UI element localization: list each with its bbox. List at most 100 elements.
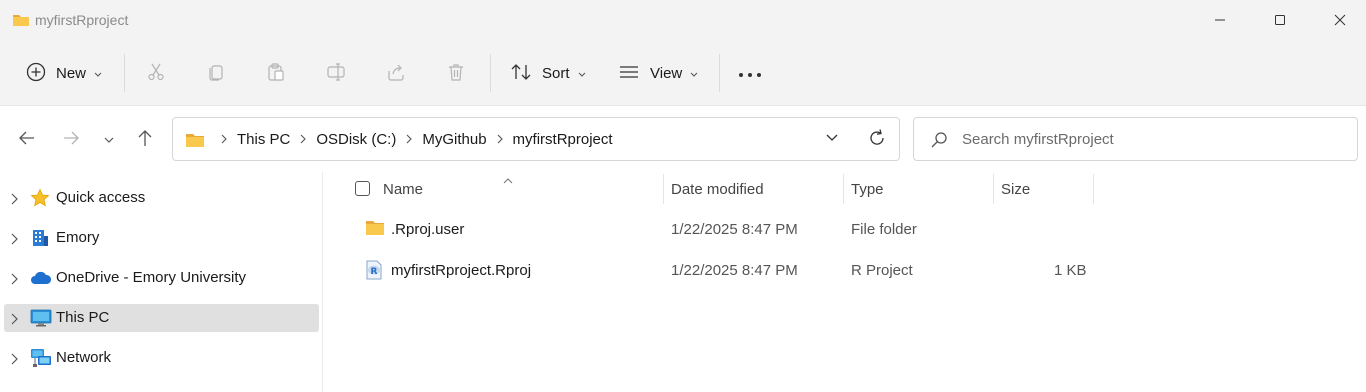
share-icon: [386, 62, 406, 85]
breadcrumb-myfirstrproject[interactable]: myfirstRproject: [513, 131, 613, 148]
chevron-right-icon[interactable]: [10, 272, 18, 288]
sidebar-item-network[interactable]: Network: [4, 344, 319, 372]
share-button[interactable]: [382, 59, 410, 87]
breadcrumb: This PC OSDisk (C:) MyGithub myfirstRpro…: [211, 118, 613, 160]
sidebar-item-label: Emory: [56, 229, 100, 246]
file-date: 1/22/2025 8:47 PM: [671, 221, 798, 238]
chevron-right-icon[interactable]: [10, 352, 18, 368]
svg-text:R: R: [371, 267, 378, 277]
network-icon: [30, 348, 51, 368]
search-icon: [930, 131, 948, 152]
toolbar-divider: [719, 54, 720, 92]
monitor-icon: [30, 308, 52, 328]
folder-icon: [365, 219, 385, 240]
sidebar-item-this-pc[interactable]: This PC: [4, 304, 319, 332]
minimize-button[interactable]: [1190, 0, 1250, 40]
copy-button[interactable]: [202, 59, 230, 87]
chevron-up-icon: [503, 172, 513, 188]
new-button[interactable]: New: [26, 54, 102, 92]
maximize-button[interactable]: [1250, 0, 1310, 40]
file-name: .Rproj.user: [391, 221, 465, 238]
sidebar-item-emory[interactable]: Emory: [4, 224, 319, 252]
column-resize-handle[interactable]: [1093, 174, 1094, 204]
column-resize-handle[interactable]: [843, 174, 844, 204]
more-icon: [738, 65, 762, 81]
chevron-right-icon: [497, 134, 503, 144]
select-all-checkbox[interactable]: [355, 181, 370, 196]
plus-circle-icon: [26, 62, 46, 85]
more-button[interactable]: [736, 59, 764, 87]
address-bar[interactable]: This PC OSDisk (C:) MyGithub myfirstRpro…: [172, 117, 900, 161]
sort-label: Sort: [542, 64, 570, 82]
toolbar-divider: [124, 54, 125, 92]
new-label: New: [56, 64, 87, 82]
chevron-down-icon: [94, 65, 102, 81]
chevron-down-icon: [578, 65, 586, 81]
column-header-label: Date modified: [671, 180, 764, 198]
chevron-right-icon[interactable]: [10, 192, 18, 208]
sort-button[interactable]: Sort: [510, 54, 586, 92]
sidebar-item-label: Network: [56, 349, 112, 366]
refresh-icon[interactable]: [867, 128, 887, 151]
delete-button[interactable]: [442, 59, 470, 87]
star-icon: [30, 188, 50, 208]
cloud-icon: [30, 268, 52, 288]
folder-icon: [185, 131, 205, 152]
close-button[interactable]: [1310, 0, 1366, 40]
column-header-date[interactable]: Date modified: [671, 172, 764, 206]
search-input[interactable]: [962, 128, 1342, 150]
navigation-pane: Quick access Emory OneDrive - Emory Univ…: [0, 172, 322, 392]
chevron-right-icon: [406, 134, 413, 144]
column-header-label: Type: [851, 180, 884, 198]
column-header-size[interactable]: Size: [1001, 172, 1030, 206]
column-resize-handle[interactable]: [663, 174, 664, 204]
sort-icon: [510, 62, 532, 85]
paste-button[interactable]: [262, 59, 290, 87]
column-resize-handle[interactable]: [993, 174, 994, 204]
column-header-label: Name: [383, 180, 424, 198]
column-header-label: Size: [1001, 180, 1031, 198]
sidebar-item-label: Quick access: [56, 189, 146, 206]
rename-button[interactable]: [322, 59, 350, 87]
arrow-left-icon: [18, 130, 36, 149]
address-dropdown-icon[interactable]: [825, 130, 839, 147]
sidebar-item-label: OneDrive - Emory University: [56, 269, 247, 286]
command-bar: New Sort View: [0, 40, 1366, 106]
sidebar-item-quick-access[interactable]: Quick access: [4, 184, 319, 212]
folder-icon: [12, 12, 30, 31]
chevron-down-icon: [690, 65, 698, 81]
chevron-right-icon[interactable]: [10, 232, 18, 248]
table-row[interactable]: R myfirstRproject.Rproj 1/22/2025 8:47 P…: [323, 253, 1366, 289]
file-list: Name Date modified Type Size .Rproj.user…: [323, 172, 1366, 392]
building-icon: [30, 228, 50, 248]
file-date: 1/22/2025 8:47 PM: [671, 262, 798, 279]
arrow-right-icon: [62, 130, 80, 149]
view-lines-icon: [618, 62, 640, 85]
window-title: myfirstRproject: [35, 12, 129, 28]
search-box[interactable]: [913, 117, 1358, 161]
view-label: View: [650, 64, 683, 82]
title-bar: myfirstRproject: [0, 0, 1366, 40]
trash-icon: [446, 62, 466, 85]
up-button[interactable]: [130, 124, 160, 154]
forward-button[interactable]: [56, 124, 86, 154]
chevron-right-icon[interactable]: [10, 312, 18, 328]
copy-icon: [206, 62, 226, 85]
chevron-down-icon: [104, 131, 114, 147]
breadcrumb-this-pc[interactable]: This PC: [237, 131, 290, 148]
scissors-icon: [146, 62, 166, 85]
column-header-name[interactable]: Name: [383, 172, 423, 206]
rename-icon: [326, 62, 346, 85]
sidebar-item-onedrive[interactable]: OneDrive - Emory University: [4, 264, 319, 292]
column-header-type[interactable]: Type: [851, 172, 884, 206]
cut-button[interactable]: [142, 59, 170, 87]
recent-locations-button[interactable]: [94, 124, 124, 154]
back-button[interactable]: [12, 124, 42, 154]
file-name: myfirstRproject.Rproj: [391, 262, 532, 279]
breadcrumb-mygithub[interactable]: MyGithub: [422, 131, 486, 148]
sidebar-item-label: This PC: [56, 309, 110, 326]
breadcrumb-osdisk[interactable]: OSDisk (C:): [316, 131, 396, 148]
file-type: File folder: [851, 221, 917, 238]
table-row[interactable]: .Rproj.user 1/22/2025 8:47 PM File folde…: [323, 212, 1366, 248]
view-button[interactable]: View: [618, 54, 698, 92]
